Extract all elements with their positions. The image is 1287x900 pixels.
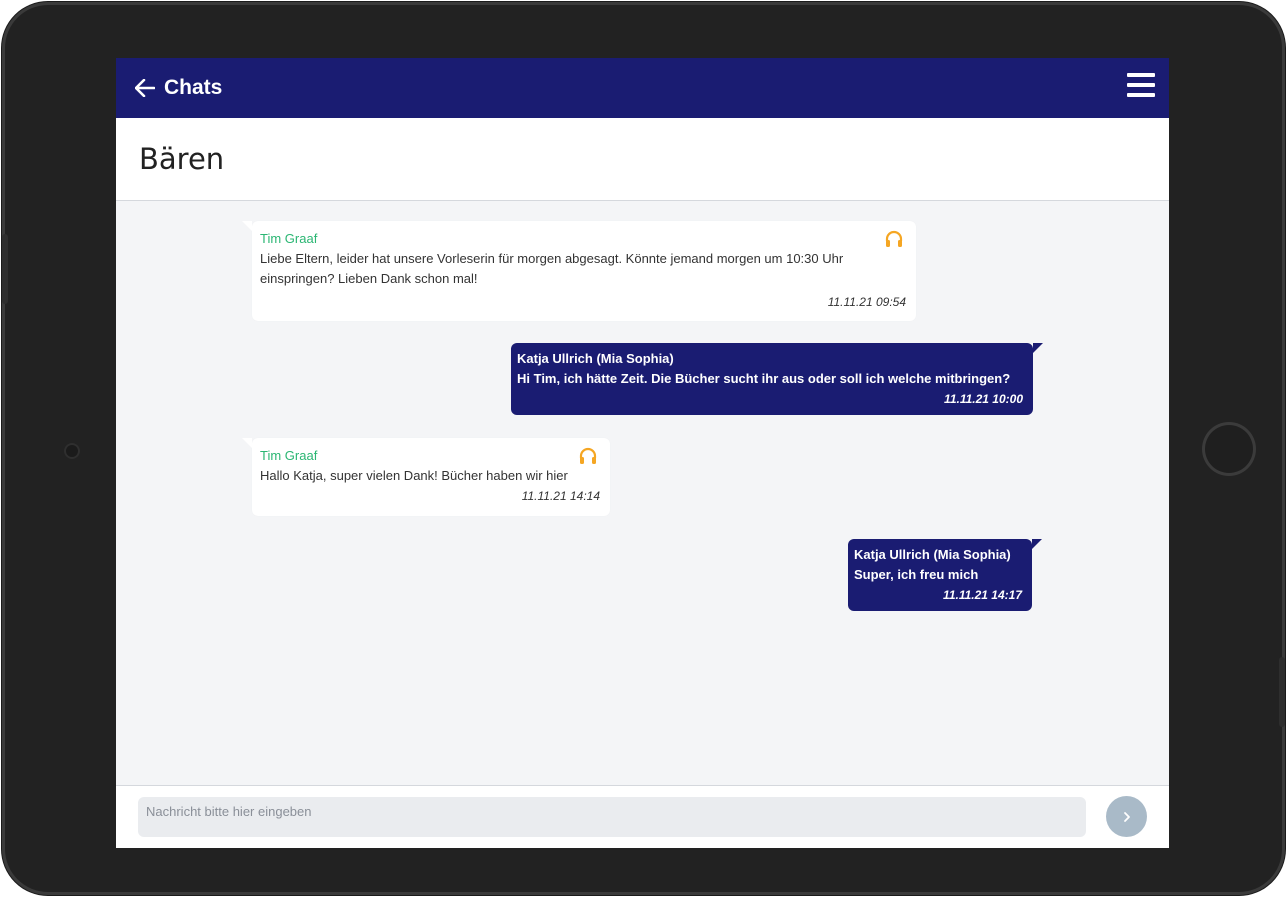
message-input[interactable] [138, 797, 1086, 837]
headset-icon [578, 446, 598, 466]
app-bar: Chats [116, 58, 1169, 118]
front-camera [64, 443, 80, 459]
message-text: Liebe Eltern, leider hat unsere Vorleser… [260, 251, 844, 286]
message-list[interactable]: Tim Graaf Liebe Eltern, leider hat unser… [116, 201, 1169, 784]
side-button [1279, 657, 1285, 727]
arrow-left-icon[interactable] [134, 77, 156, 99]
volume-button [2, 234, 8, 304]
message-text: Super, ich freu mich [854, 567, 979, 582]
app-screen: Chats Bären Tim Graaf Liebe Eltern, leid… [116, 58, 1169, 848]
message-incoming: Tim Graaf Liebe Eltern, leider hat unser… [242, 221, 916, 321]
message-timestamp: 11.11.21 09:54 [827, 295, 906, 309]
home-button[interactable] [1202, 422, 1256, 476]
back-to-chats-link[interactable]: Chats [164, 76, 222, 100]
message-sender: Katja Ullrich (Mia Sophia) [854, 547, 1011, 562]
chevron-right-icon [1122, 811, 1132, 823]
message-incoming: Tim Graaf Hallo Katja, super vielen Dank… [242, 438, 610, 516]
message-sender: Tim Graaf [260, 448, 318, 463]
chat-title-bar: Bären [116, 118, 1169, 201]
message-outgoing: Katja Ullrich (Mia Sophia) Hi Tim, ich h… [511, 343, 1043, 415]
page-title: Bären [139, 142, 225, 176]
message-text: Hi Tim, ich hätte Zeit. Die Bücher sucht… [517, 371, 1011, 386]
message-timestamp: 11.11.21 14:14 [521, 489, 600, 503]
headset-icon [884, 229, 904, 249]
message-timestamp: 11.11.21 10:00 [944, 392, 1023, 406]
hamburger-menu-icon[interactable] [1127, 73, 1155, 101]
message-timestamp: 11.11.21 14:17 [943, 588, 1022, 602]
message-sender: Tim Graaf [260, 231, 318, 246]
message-text: Hallo Katja, super vielen Dank! Bücher h… [260, 468, 568, 483]
send-button[interactable] [1106, 796, 1147, 837]
message-outgoing: Katja Ullrich (Mia Sophia) Super, ich fr… [848, 539, 1042, 611]
message-composer [116, 785, 1169, 848]
message-sender: Katja Ullrich (Mia Sophia) [517, 351, 674, 366]
